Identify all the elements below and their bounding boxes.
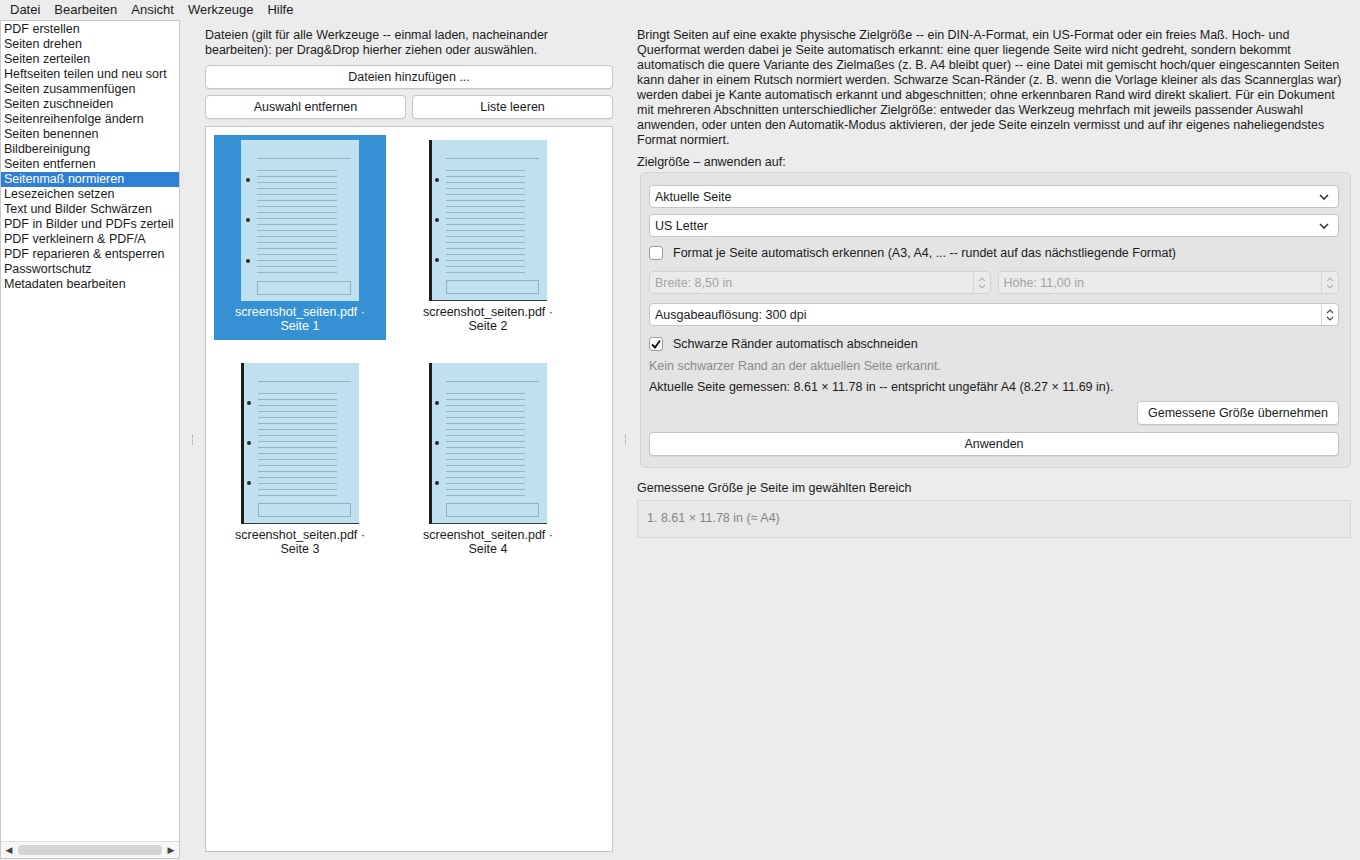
tool-item[interactable]: Seitenmaß normieren	[1, 172, 179, 187]
scroll-right-button[interactable]: ▶	[163, 842, 179, 858]
menu-item[interactable]: Ansicht	[124, 2, 181, 17]
scroll-thumb[interactable]	[18, 845, 162, 855]
tool-item[interactable]: PDF reparieren & entsperren	[1, 247, 179, 262]
clear-list-button[interactable]: Liste leeren	[412, 95, 613, 119]
page-preview	[241, 363, 359, 524]
tool-sidebar: PDF erstellenSeiten drehenSeiten zerteil…	[0, 20, 180, 859]
thumbnail-caption: screenshot_seiten.pdf · Seite 3	[220, 528, 380, 556]
format-select[interactable]: US Letter	[649, 214, 1339, 237]
tool-item[interactable]: Lesezeichen setzen	[1, 187, 179, 202]
page-content	[253, 140, 359, 301]
tool-item[interactable]: Bildbereinigung	[1, 142, 179, 157]
punch-holes-icon	[243, 140, 253, 301]
menu-item[interactable]: Werkzeuge	[181, 2, 261, 17]
page-thumbnail[interactable]: screenshot_seiten.pdf · Seite 4	[402, 358, 574, 563]
tool-item[interactable]: Seiten benennen	[1, 127, 179, 142]
per-page-item: 1. 8.61 × 11.78 in (≈ A4)	[647, 511, 1341, 526]
per-page-label: Gemessene Größe je Seite im gewählten Be…	[637, 481, 1351, 496]
tool-description: Bringt Seiten auf eine exakte physische …	[637, 28, 1351, 148]
punch-holes-icon	[432, 363, 442, 523]
apply-to-label: Zielgröße – anwenden auf:	[637, 155, 1351, 170]
punch-holes-icon	[432, 140, 442, 300]
remove-selection-button[interactable]: Auswahl entfernen	[205, 95, 406, 119]
tool-item[interactable]: PDF in Bilder und PDFs zerteil	[1, 217, 179, 232]
border-status: Kein schwarzer Rand an der aktuellen Sei…	[649, 359, 1339, 374]
tool-panel: Bringt Seiten auf eine exakte physische …	[637, 20, 1360, 860]
tool-item[interactable]: Seiten drehen	[1, 37, 179, 52]
tool-item[interactable]: Heftseiten teilen und neu sort	[1, 67, 179, 82]
tool-list: PDF erstellenSeiten drehenSeiten zerteil…	[1, 21, 179, 841]
menu-item[interactable]: Bearbeiten	[47, 2, 124, 17]
width-spinbox[interactable]: Breite: 8,50 in	[649, 271, 991, 294]
scope-select[interactable]: Aktuelle Seite	[649, 185, 1339, 208]
tool-item[interactable]: Seiten zusammenfügen	[1, 82, 179, 97]
page-thumbnail[interactable]: screenshot_seiten.pdf · Seite 3	[214, 358, 386, 563]
thumbnail-caption: screenshot_seiten.pdf · Seite 2	[408, 305, 568, 333]
thumbnail-grid[interactable]: screenshot_seiten.pdf · Seite 1 screensho…	[205, 126, 613, 852]
measured-size: Aktuelle Seite gemessen: 8.61 × 11.78 in…	[649, 380, 1339, 395]
scroll-track[interactable]	[17, 842, 163, 858]
splitter-grip-icon	[625, 435, 626, 445]
per-page-list: 1. 8.61 × 11.78 in (≈ A4)	[637, 500, 1351, 538]
tool-item[interactable]: Seitenreihenfolge ändern	[1, 112, 179, 127]
page-preview	[241, 140, 359, 301]
page-thumbnail[interactable]: screenshot_seiten.pdf · Seite 1	[214, 135, 386, 340]
horizontal-scrollbar[interactable]: ◀▶	[1, 841, 179, 858]
page-content	[442, 140, 547, 300]
target-size-group: Aktuelle Seite US Letter Format je Seite a…	[640, 172, 1351, 468]
checkbox-icon[interactable]	[649, 246, 663, 260]
auto-format-checkbox[interactable]: Format je Seite automatisch erkennen (A3…	[649, 244, 1339, 262]
thumbnail-caption: screenshot_seiten.pdf · Seite 1	[220, 305, 380, 333]
tool-item[interactable]: PDF verkleinern & PDF/A	[1, 232, 179, 247]
size-fields: Breite: 8,50 in Höhe: 11,00 in	[649, 271, 1339, 294]
spin-arrows-icon[interactable]	[973, 272, 990, 293]
tool-item[interactable]: Seiten entfernen	[1, 157, 179, 172]
tool-item[interactable]: Metadaten bearbeiten	[1, 277, 179, 292]
punch-holes-icon	[244, 363, 254, 523]
menu-bar: DateiBearbeitenAnsichtWerkzeugeHilfe	[0, 0, 1360, 19]
files-panel: Dateien (gilt für alle Werkzeuge -- einm…	[205, 20, 613, 860]
thumbnail-caption: screenshot_seiten.pdf · Seite 4	[408, 528, 568, 556]
height-spinbox[interactable]: Höhe: 11,00 in	[998, 271, 1340, 294]
page-thumbnail[interactable]: screenshot_seiten.pdf · Seite 2	[402, 135, 574, 340]
page-content	[254, 363, 359, 523]
menu-item[interactable]: Datei	[3, 2, 47, 17]
take-measured-button[interactable]: Gemessene Größe übernehmen	[1137, 401, 1339, 425]
scroll-left-button[interactable]: ◀	[1, 842, 17, 858]
spin-arrows-icon[interactable]	[1321, 272, 1338, 293]
resolution-spinbox[interactable]: Ausgabeauflösung: 300 dpi	[649, 303, 1339, 326]
splitter[interactable]	[180, 20, 205, 860]
files-hint: Dateien (gilt für alle Werkzeuge -- einm…	[205, 28, 613, 58]
tool-item[interactable]: Seiten zuschneiden	[1, 97, 179, 112]
page-content	[442, 363, 547, 523]
chevron-down-icon	[1319, 223, 1329, 229]
tool-item[interactable]: Passwortschutz	[1, 262, 179, 277]
tool-item[interactable]: PDF erstellen	[1, 22, 179, 37]
checkbox-icon[interactable]	[649, 337, 663, 351]
file-buttons: Auswahl entfernenListe leeren	[205, 95, 613, 119]
spin-arrows-icon[interactable]	[1321, 304, 1338, 325]
main-area: PDF erstellenSeiten drehenSeiten zerteil…	[0, 19, 1360, 860]
take-measured-row: Gemessene Größe übernehmen	[649, 401, 1339, 425]
apply-button[interactable]: Anwenden	[649, 432, 1339, 456]
add-files-button[interactable]: Dateien hinzufügen ...	[205, 65, 613, 89]
splitter-grip-icon	[192, 435, 193, 445]
page-preview	[429, 140, 547, 301]
app-window: DateiBearbeitenAnsichtWerkzeugeHilfe PDF …	[0, 0, 1360, 860]
splitter[interactable]	[613, 20, 637, 860]
chevron-down-icon	[1319, 194, 1329, 200]
page-preview	[429, 363, 547, 524]
menu-item[interactable]: Hilfe	[260, 2, 300, 17]
crop-borders-checkbox[interactable]: Schwarze Ränder automatisch abschneiden	[649, 335, 1339, 353]
tool-item[interactable]: Seiten zerteilen	[1, 52, 179, 67]
tool-item[interactable]: Text und Bilder Schwärzen	[1, 202, 179, 217]
